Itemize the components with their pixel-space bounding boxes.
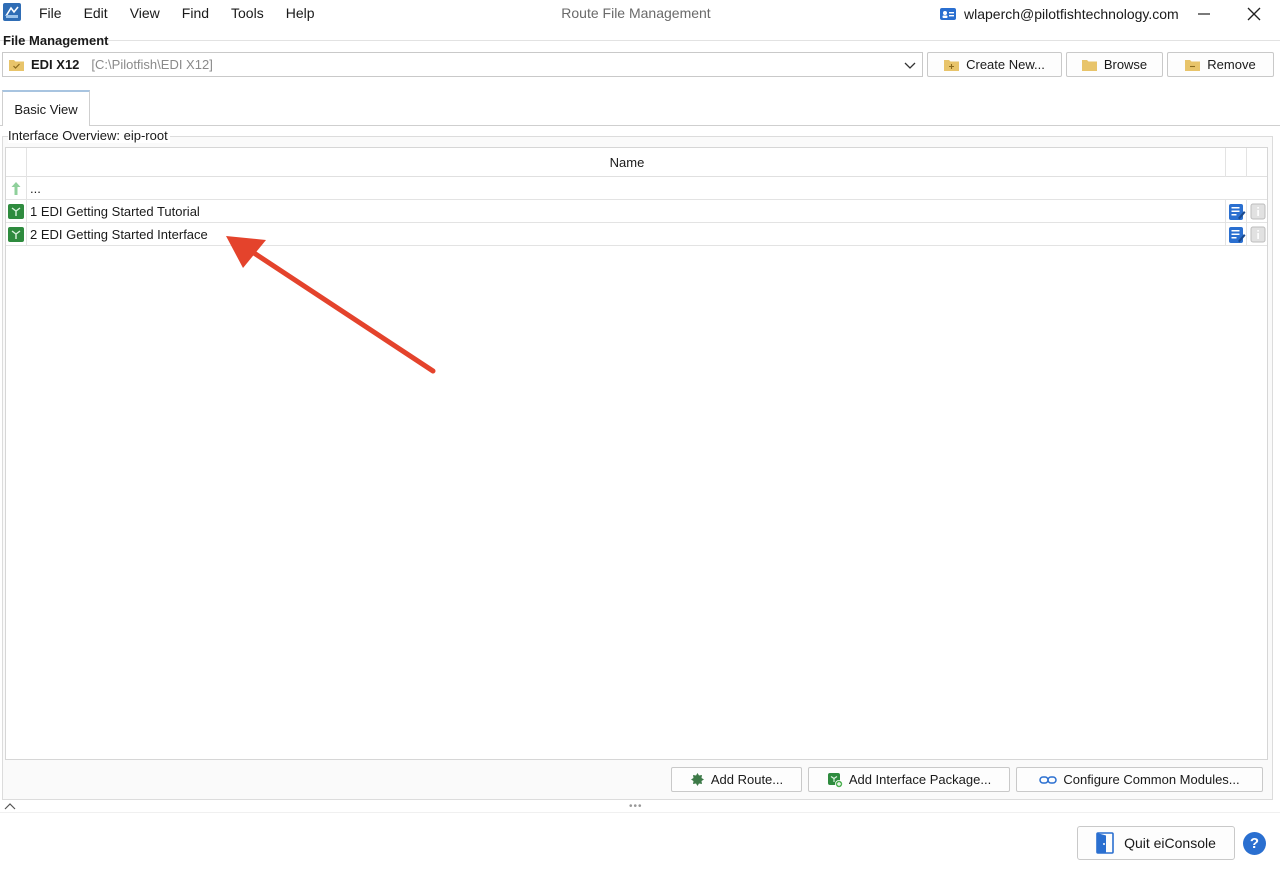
folder-check-icon [9, 60, 24, 71]
info-icon[interactable] [1250, 203, 1266, 220]
add-interface-package-label: Add Interface Package... [848, 772, 992, 787]
create-new-button[interactable]: Create New... [927, 52, 1062, 77]
window-title: Route File Management [561, 5, 711, 21]
add-route-button[interactable]: Add Route... [671, 767, 802, 792]
file-management-label: File Management [3, 33, 109, 48]
column-divider [1225, 200, 1226, 223]
menu-tools[interactable]: Tools [220, 0, 275, 28]
title-bar: File Edit View Find Tools Help Route Fil… [0, 0, 1280, 28]
account-badge[interactable]: wlaperch@pilotfishtechnology.com [940, 0, 1179, 28]
menu-find[interactable]: Find [171, 0, 220, 28]
menu-view[interactable]: View [119, 0, 171, 28]
row-label: 1 EDI Getting Started Tutorial [30, 204, 200, 219]
interface-table: Name ... 1 EDI Getting Started Tutorial [5, 147, 1268, 760]
tab-strip-divider [0, 125, 1280, 126]
menu-edit[interactable]: Edit [73, 0, 119, 28]
edit-document-icon[interactable] [1228, 226, 1246, 244]
up-arrow-icon [11, 182, 21, 195]
browse-button[interactable]: Browse [1066, 52, 1163, 77]
create-new-label: Create New... [966, 57, 1045, 72]
info-icon[interactable] [1250, 226, 1266, 243]
table-row[interactable]: 2 EDI Getting Started Interface [6, 223, 1267, 246]
edit-document-icon[interactable] [1228, 203, 1246, 221]
minimize-button[interactable] [1181, 0, 1227, 28]
link-icon [1039, 775, 1058, 784]
quit-label: Quit eiConsole [1124, 835, 1216, 851]
chevron-down-icon[interactable] [903, 58, 917, 72]
route-gear-icon [690, 773, 704, 786]
interface-cube-icon [8, 204, 24, 219]
chevron-up-icon[interactable] [4, 802, 16, 810]
table-row[interactable]: 1 EDI Getting Started Tutorial [6, 200, 1267, 223]
tab-basic-view[interactable]: Basic View [2, 90, 90, 126]
selected-file-name: EDI X12 [31, 57, 80, 72]
account-email: wlaperch@pilotfishtechnology.com [964, 6, 1179, 22]
menu-help[interactable]: Help [275, 0, 326, 28]
splitter-handle[interactable]: ••• [629, 801, 643, 812]
table-row-parent[interactable]: ... [6, 177, 1267, 200]
selected-file-path: [C:\Pilotfish\EDI X12] [91, 57, 213, 72]
table-header: Name [6, 148, 1267, 177]
app-logo-icon[interactable] [3, 3, 21, 21]
column-divider [1246, 148, 1247, 177]
add-interface-package-button[interactable]: Add Interface Package... [808, 767, 1010, 792]
row-label: ... [30, 181, 41, 196]
footer-divider [0, 812, 1280, 813]
column-divider [26, 200, 27, 223]
column-divider [26, 223, 27, 246]
file-management-divider [0, 40, 1280, 41]
exit-door-icon [1096, 832, 1114, 854]
configure-common-modules-button[interactable]: Configure Common Modules... [1016, 767, 1263, 792]
configure-common-modules-label: Configure Common Modules... [1063, 772, 1240, 787]
column-divider [1225, 148, 1226, 177]
add-route-label: Add Route... [710, 772, 784, 787]
row-label: 2 EDI Getting Started Interface [30, 227, 208, 242]
interface-cube-icon [8, 227, 24, 242]
help-button[interactable]: ? [1243, 832, 1266, 855]
close-icon [1247, 7, 1261, 21]
add-package-icon [827, 772, 843, 788]
file-selector-combo[interactable]: EDI X12 [C:\Pilotfish\EDI X12] [2, 52, 923, 77]
minimize-icon [1198, 13, 1210, 15]
menu-file[interactable]: File [28, 0, 73, 28]
column-divider [1225, 223, 1226, 246]
column-header-name[interactable]: Name [27, 148, 1227, 177]
new-folder-icon [944, 60, 960, 71]
remove-button[interactable]: Remove [1167, 52, 1274, 77]
quit-button[interactable]: Quit eiConsole [1077, 826, 1235, 860]
browse-label: Browse [1103, 57, 1148, 72]
close-window-button[interactable] [1231, 0, 1277, 28]
column-divider [1246, 223, 1247, 246]
folder-icon [1081, 60, 1097, 71]
column-divider [1246, 200, 1247, 223]
remove-label: Remove [1207, 57, 1256, 72]
contact-card-icon [940, 8, 956, 20]
remove-folder-icon [1185, 60, 1201, 71]
column-divider [26, 177, 27, 200]
interface-overview-title: Interface Overview: eip-root [8, 128, 170, 143]
menu-bar: File Edit View Find Tools Help [28, 0, 326, 28]
